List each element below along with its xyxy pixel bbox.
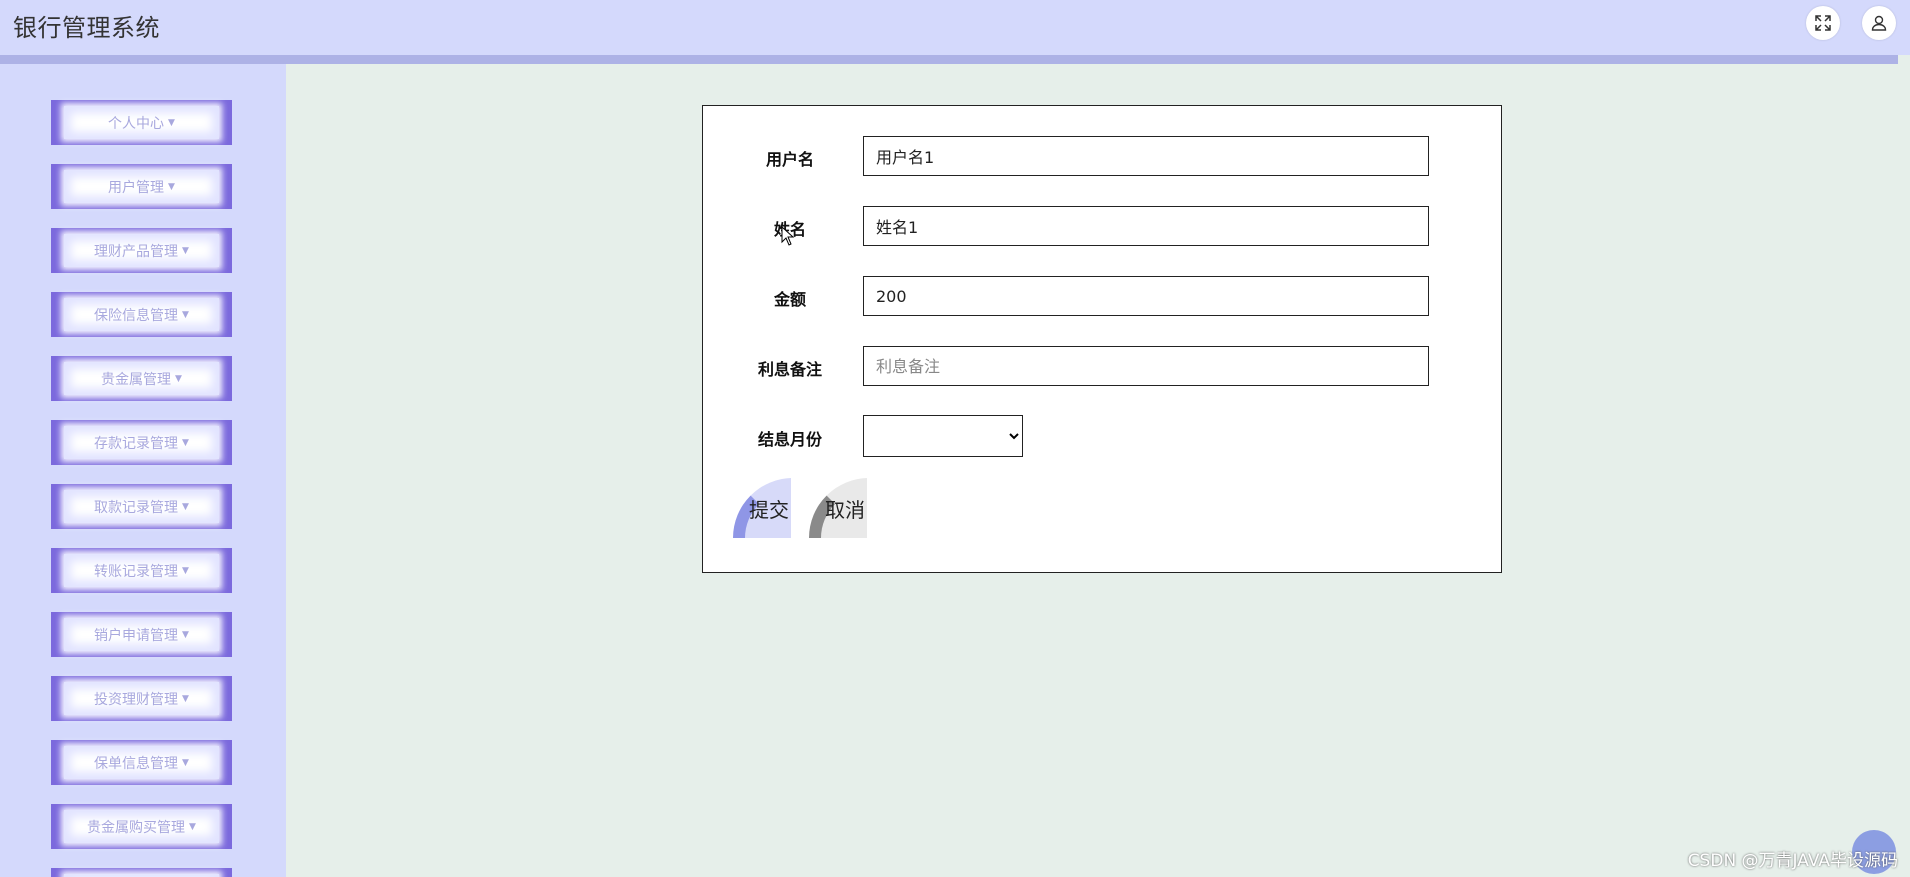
edit-form-panel: 用户名 姓名 金额 利息备注 结息月份 提交 取消 bbox=[702, 105, 1502, 573]
sidebar-item-insurance-info[interactable]: 保险信息管理 ▼ bbox=[51, 292, 232, 337]
sidebar-item-label: 用户管理 bbox=[108, 179, 165, 196]
sidebar: 个人中心 ▼ 用户管理 ▼ 理财产品管理 ▼ 保险信息管理 ▼ 贵金属管理 ▼ … bbox=[0, 64, 286, 877]
user-menu-button[interactable] bbox=[1862, 6, 1896, 40]
sidebar-item-investment[interactable]: 投资理财管理 ▼ bbox=[51, 676, 232, 721]
sidebar-item-personal-center[interactable]: 个人中心 ▼ bbox=[51, 100, 232, 145]
sidebar-item-label: 理财产品管理 bbox=[94, 243, 179, 260]
caret-down-icon: ▼ bbox=[182, 757, 189, 768]
sidebar-item-label: 保险信息管理 bbox=[94, 307, 179, 324]
sidebar-item-account-closure[interactable]: 销户申请管理 ▼ bbox=[51, 612, 232, 657]
caret-down-icon: ▼ bbox=[182, 565, 189, 576]
watermark: CSDN @万青JAVA毕设源码 bbox=[1687, 851, 1898, 871]
sidebar-item-label: 个人中心 bbox=[108, 115, 165, 132]
sidebar-item-transfer-records[interactable]: 转账记录管理 ▼ bbox=[51, 548, 232, 593]
header-divider bbox=[0, 55, 1898, 64]
caret-down-icon: ▼ bbox=[175, 373, 182, 384]
sidebar-item-user-management[interactable]: 用户管理 ▼ bbox=[51, 164, 232, 209]
sidebar-item-deposit-records[interactable]: 存款记录管理 ▼ bbox=[51, 420, 232, 465]
submit-button[interactable]: 提交 bbox=[733, 478, 791, 538]
caret-down-icon: ▼ bbox=[182, 629, 189, 640]
settle-month-select[interactable] bbox=[863, 415, 1023, 457]
sidebar-item-label: 销户申请管理 bbox=[94, 627, 179, 644]
sidebar-item-policy-info[interactable]: 保单信息管理 ▼ bbox=[51, 740, 232, 785]
sidebar-item-metal-purchase[interactable]: 贵金属购买管理 ▼ bbox=[51, 804, 232, 849]
sidebar-item-label: 取款记录管理 bbox=[94, 499, 179, 516]
interest-note-label: 利息备注 bbox=[757, 360, 822, 379]
amount-label: 金额 bbox=[773, 290, 806, 309]
sidebar-item-label: 转账记录管理 bbox=[94, 563, 179, 580]
cancel-button[interactable]: 取消 bbox=[809, 478, 867, 538]
caret-down-icon: ▼ bbox=[182, 437, 189, 448]
sidebar-item-withdrawal-records[interactable]: 取款记录管理 ▼ bbox=[51, 484, 232, 529]
sidebar-item-label: 贵金属管理 bbox=[101, 371, 172, 388]
username-label: 用户名 bbox=[765, 150, 814, 169]
username-input[interactable] bbox=[863, 136, 1429, 176]
interest-note-input[interactable] bbox=[863, 346, 1429, 386]
user-icon bbox=[1871, 15, 1887, 31]
sidebar-item-label: 保单信息管理 bbox=[94, 755, 179, 772]
sidebar-item-more[interactable] bbox=[51, 868, 232, 877]
caret-down-icon: ▼ bbox=[182, 693, 189, 704]
caret-down-icon: ▼ bbox=[189, 821, 196, 832]
caret-down-icon: ▼ bbox=[182, 245, 189, 256]
mouse-cursor-icon bbox=[781, 226, 795, 246]
sidebar-item-label: 存款记录管理 bbox=[94, 435, 179, 452]
expand-icon bbox=[1815, 15, 1831, 31]
amount-input[interactable] bbox=[863, 276, 1429, 316]
sidebar-item-precious-metals[interactable]: 贵金属管理 ▼ bbox=[51, 356, 232, 401]
caret-down-icon: ▼ bbox=[182, 501, 189, 512]
caret-down-icon: ▼ bbox=[182, 309, 189, 320]
sidebar-item-label: 投资理财管理 bbox=[94, 691, 179, 708]
submit-label: 提交 bbox=[749, 497, 789, 522]
app-title: 银行管理系统 bbox=[13, 14, 160, 42]
caret-down-icon: ▼ bbox=[168, 181, 175, 192]
sidebar-item-label: 贵金属购买管理 bbox=[87, 819, 186, 836]
fullscreen-button[interactable] bbox=[1806, 6, 1840, 40]
sidebar-item-wealth-products[interactable]: 理财产品管理 ▼ bbox=[51, 228, 232, 273]
name-input[interactable] bbox=[863, 206, 1429, 246]
cancel-label: 取消 bbox=[825, 497, 865, 522]
top-header: 银行管理系统 bbox=[0, 0, 1910, 55]
settle-month-label: 结息月份 bbox=[757, 430, 822, 449]
caret-down-icon: ▼ bbox=[168, 117, 175, 128]
